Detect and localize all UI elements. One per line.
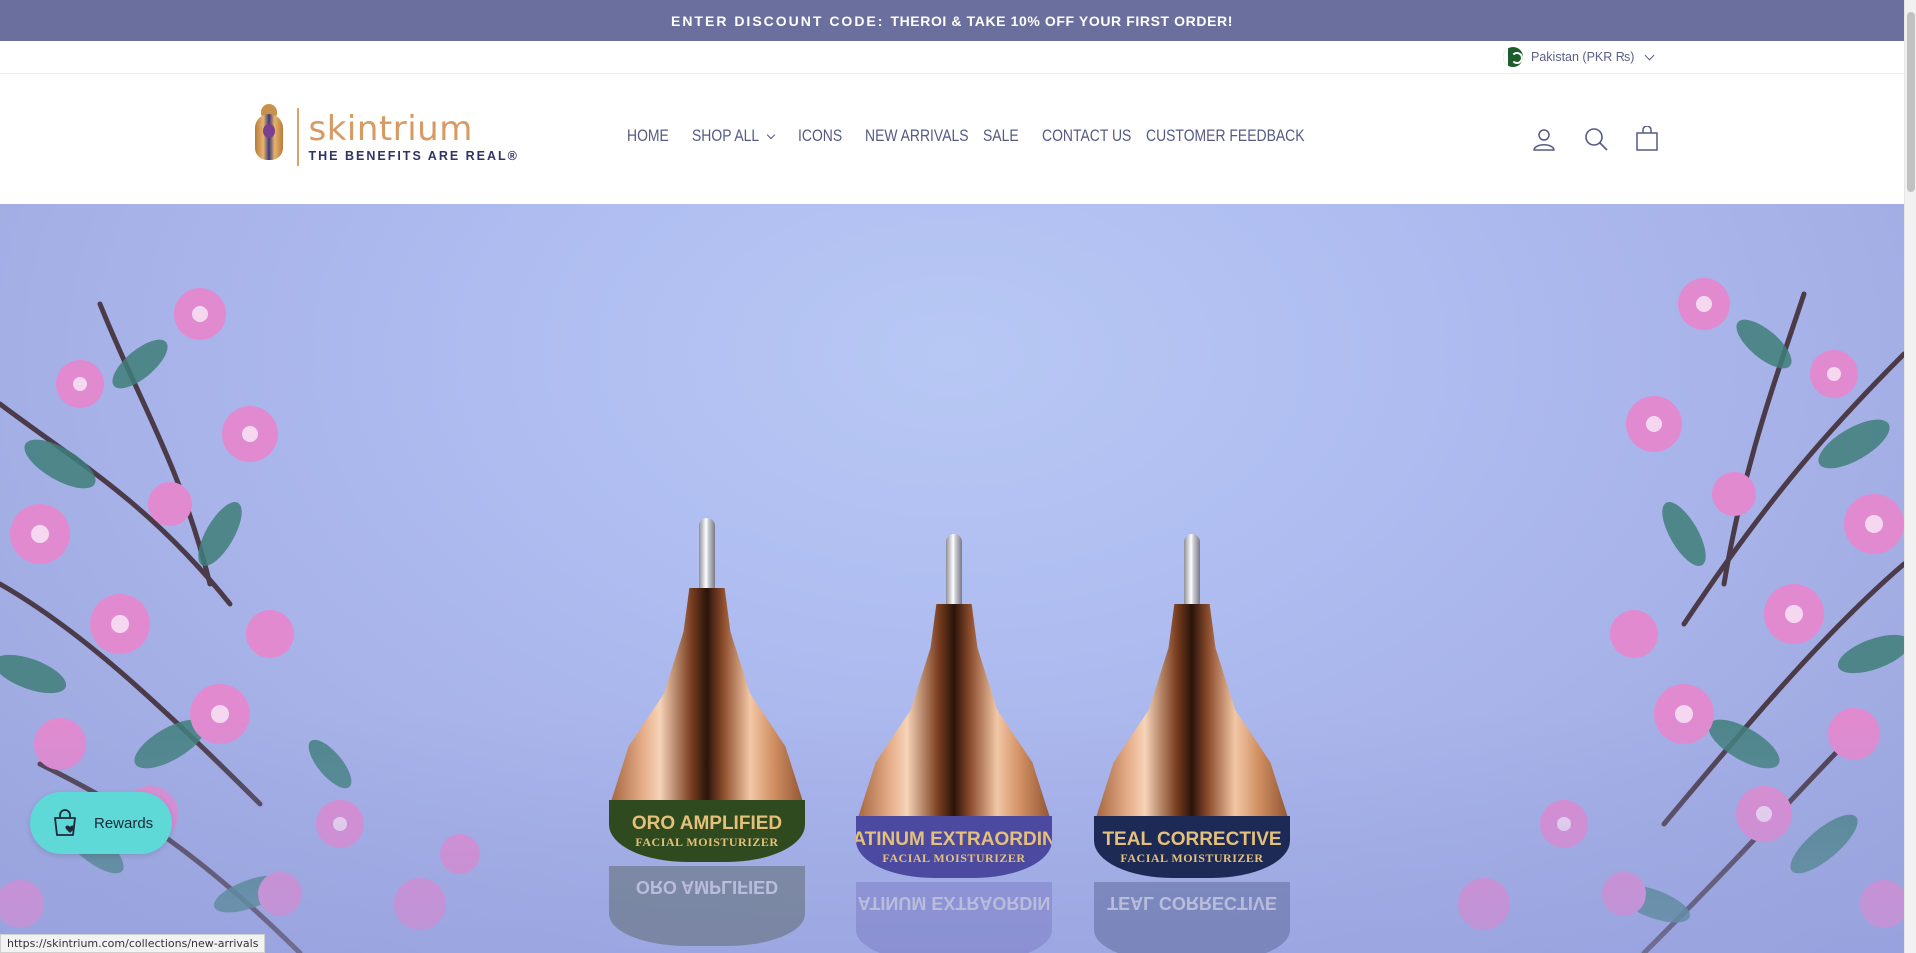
product-jar-platinum-extraordinaire[interactable]: ATINUM EXTRAORDIN FACIAL MOISTURIZER ATI… (856, 534, 1052, 953)
product-jar-teal-corrective[interactable]: TEAL CORRECTIVE FACIAL MOISTURIZER TEAL … (1094, 534, 1290, 953)
jar-dome (856, 604, 1052, 824)
product-subtitle: FACIAL MOISTURIZER (882, 850, 1026, 865)
rewards-label: Rewards (94, 814, 154, 832)
page: ENTER DISCOUNT CODE: THEROI & TAKE 10% O… (0, 0, 1916, 953)
scarab-logo-icon (249, 104, 289, 170)
brand-logo[interactable]: skintrium THE BENEFITS ARE REAL® (249, 104, 519, 170)
logo-divider (297, 108, 299, 166)
pakistan-flag-icon (1503, 47, 1523, 67)
cart-icon[interactable] (1634, 126, 1660, 152)
utility-bar: Pakistan (PKR ₨) (0, 41, 1904, 74)
announcement-code-label: ENTER DISCOUNT CODE: (670, 12, 885, 29)
product-name: ATINUM EXTRAORDIN (856, 828, 1052, 850)
jar-label-band: TEAL CORRECTIVE FACIAL MOISTURIZER (1094, 816, 1290, 878)
brand-tagline: THE BENEFITS ARE REAL® (308, 149, 519, 163)
nav-contact-us-label: CONTACT US (1042, 126, 1132, 145)
product-name: TEAL CORRECTIVE (1102, 828, 1282, 850)
announcement-text: THEROI & TAKE 10% OFF YOUR FIRST ORDER! (890, 12, 1234, 29)
nav-customer-feedback-label: CUSTOMER FEEDBACK (1146, 126, 1305, 145)
product-name: ORO AMPLIFIED (631, 812, 783, 834)
currency-label: Pakistan (PKR ₨) (1531, 50, 1635, 64)
nav-new-arrivals[interactable]: NEW ARRIVALS (865, 126, 991, 146)
nav-home[interactable]: HOME (627, 126, 678, 146)
product-jar-oro-amplified[interactable]: ORO AMPLIFIED FACIAL MOISTURIZER ORO AMP… (609, 518, 805, 953)
chevron-down-icon (766, 130, 776, 139)
jar-reflection: ORO AMPLIFIED (609, 866, 805, 946)
jar-label-band: ATINUM EXTRAORDIN FACIAL MOISTURIZER (856, 816, 1052, 878)
nav-shop-all[interactable]: SHOP ALL (692, 126, 776, 146)
scrollbar-thumb[interactable] (1907, 12, 1915, 192)
search-icon[interactable] (1583, 126, 1609, 152)
jar-reflection: TEAL CORRECTIVE (1094, 882, 1290, 953)
jar-reflection: ATINUM EXTRAORDIN (856, 882, 1052, 953)
product-reflection-text: ORO AMPLIFIED (635, 877, 779, 897)
status-bar-url: https://skintrium.com/collections/new-ar… (0, 934, 266, 953)
currency-selector[interactable]: Pakistan (PKR ₨) (1503, 47, 1655, 67)
product-reflection-text: ATINUM EXTRAORDIN (857, 893, 1051, 913)
jar-dome (609, 588, 805, 808)
chevron-down-icon (1645, 50, 1655, 60)
announcement-bar: ENTER DISCOUNT CODE: THEROI & TAKE 10% O… (0, 0, 1904, 41)
user-icon[interactable] (1531, 126, 1557, 152)
nav-icons-label: ICONS (798, 126, 843, 145)
jar-label-band: ORO AMPLIFIED FACIAL MOISTURIZER (609, 800, 805, 862)
nav-icons[interactable]: ICONS (798, 126, 852, 146)
rewards-launcher-button[interactable]: Rewards (30, 792, 172, 854)
product-subtitle: FACIAL MOISTURIZER (635, 834, 779, 849)
nav-new-arrivals-label: NEW ARRIVALS (865, 126, 969, 145)
nav-customer-feedback[interactable]: CUSTOMER FEEDBACK (1146, 126, 1339, 146)
nav-sale[interactable]: SALE (983, 126, 1026, 146)
nav-home-label: HOME (627, 126, 669, 145)
brand-name: skintrium (308, 109, 473, 149)
shopping-bag-heart-icon (54, 809, 76, 836)
nav-contact-us[interactable]: CONTACT US (1042, 126, 1151, 146)
page-scrollbar[interactable] (1904, 0, 1916, 953)
hero-banner[interactable]: ORO AMPLIFIED FACIAL MOISTURIZER ORO AMP… (0, 204, 1904, 953)
product-reflection-text: TEAL CORRECTIVE (1107, 893, 1277, 913)
nav-shop-all-label: SHOP ALL (692, 126, 760, 145)
product-subtitle: FACIAL MOISTURIZER (1120, 850, 1264, 865)
site-header: skintrium THE BENEFITS ARE REAL® HOME SH… (0, 74, 1904, 204)
nav-sale-label: SALE (983, 126, 1019, 145)
jar-dome (1094, 604, 1290, 824)
